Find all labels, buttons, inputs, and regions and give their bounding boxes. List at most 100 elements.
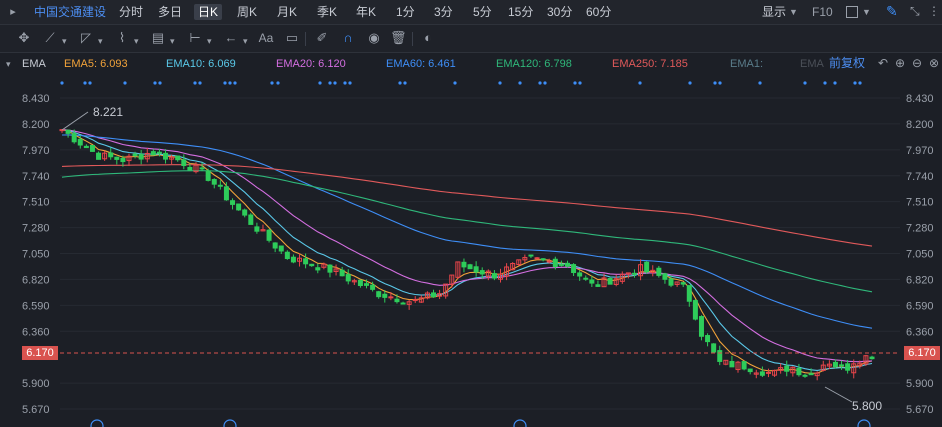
magnet-icon[interactable]: ∩ (340, 30, 356, 46)
period-tab-monthly[interactable]: 月K (277, 4, 297, 20)
candle-body (132, 153, 138, 157)
event-dot-icon (713, 81, 717, 85)
candle-body (692, 300, 698, 320)
candle-body (230, 200, 236, 205)
candle-body (254, 226, 260, 232)
candle-body (156, 151, 162, 154)
checkbox-icon[interactable] (846, 6, 858, 18)
line-tool-icon[interactable]: ⟋ (42, 30, 58, 46)
event-dot-icon (398, 81, 402, 85)
event-dot-icon (803, 81, 807, 85)
period-tab-multiday[interactable]: 多日 (158, 4, 182, 20)
candle-body (315, 267, 321, 271)
arrow-tool-icon[interactable]: ← (223, 30, 239, 46)
candle-body (802, 374, 808, 377)
candle-body (71, 133, 77, 143)
display-menu[interactable]: 显示 (762, 4, 786, 20)
period-tab-1min[interactable]: 1分 (396, 4, 415, 20)
candle-body (388, 296, 394, 299)
indicator-name[interactable]: EMA (22, 58, 46, 70)
trash-icon[interactable]: 🗑 (390, 30, 407, 46)
event-circle-icon (223, 419, 237, 427)
ema-line (61, 164, 873, 247)
event-dot-icon (276, 81, 280, 85)
pen-icon[interactable]: ✎ (886, 3, 902, 19)
period-tab-weekly[interactable]: 周K (237, 4, 257, 20)
drawing-toolbar: ✥ ⟋ ▾ ◸ ▾ ⌇ ▾ ▤ ▾ ⊢ ▾ ← ▾ Aa ▭ ✐ ∩ ◉ 🗑 ◐ (0, 25, 942, 53)
candle-body (96, 152, 102, 160)
candle-body (698, 316, 704, 337)
candle-body (278, 245, 284, 252)
chevron-down-icon: ▾ (134, 36, 139, 46)
candle-body (175, 155, 181, 161)
add-indicator-icon[interactable]: ⊕ (895, 56, 905, 70)
top-bar: ▸ 中国交通建设 分时 多日 日K 周K 月K 季K 年K 1分 3分 5分 1… (0, 0, 942, 25)
range-tool-icon[interactable]: ⊢ (187, 30, 203, 46)
collapse-icon[interactable]: ▸ (6, 5, 20, 19)
period-tab-yearly[interactable]: 年K (356, 4, 376, 20)
event-dot-icon (223, 81, 227, 85)
indicator-collapse-icon[interactable]: ▾ (6, 59, 11, 70)
candle-body (808, 373, 814, 376)
wave-tool-icon[interactable]: ⌇ (114, 30, 130, 46)
period-tab-3min[interactable]: 3分 (434, 4, 453, 20)
period-tab-daily[interactable]: 日K (194, 4, 223, 20)
candle-body (272, 242, 278, 249)
event-dot-icon (270, 81, 274, 85)
y-tick-label: 8.200 (906, 119, 934, 131)
low-annotation: 5.800 (852, 399, 882, 413)
period-tab-15min[interactable]: 15分 (508, 4, 533, 20)
channel-tool-icon[interactable]: ◸ (78, 30, 94, 46)
event-dot-icon (758, 81, 762, 85)
stock-name[interactable]: 中国交通建设 (34, 4, 106, 20)
event-dot-icon (343, 81, 347, 85)
adjust-mode-button[interactable]: 前复权 (829, 57, 865, 70)
event-dot-icon (198, 81, 202, 85)
close-indicator-icon[interactable]: ⊗ (929, 56, 939, 70)
chevron-down-icon: ▾ (170, 36, 175, 46)
ema120-value: EMA120: 6.798 (496, 58, 572, 70)
period-tab-60min[interactable]: 60分 (586, 4, 611, 20)
period-tab-intraday[interactable]: 分时 (119, 4, 143, 20)
fib-tool-icon[interactable]: ▤ (150, 30, 166, 46)
chevron-down-icon: ▼ (789, 7, 798, 17)
candle-body (473, 266, 479, 273)
candle-body (309, 263, 315, 267)
separator (305, 32, 306, 46)
candle-body (339, 269, 345, 277)
shrink-icon[interactable]: ⤡ (910, 3, 924, 19)
candle-body (290, 256, 296, 263)
candle-body (163, 152, 169, 160)
candle-body (327, 264, 333, 273)
event-dot-icon (403, 81, 407, 85)
y-tick-label: 6.590 (22, 300, 50, 312)
y-tick-label: 7.280 (906, 223, 934, 235)
comment-icon[interactable]: ▭ (284, 30, 300, 46)
kline-chart[interactable]: 8.430 8.200 7.970 7.740 7.510 7.280 7.050 6.820… (0, 75, 942, 427)
candle-body (796, 367, 802, 376)
crosshair-icon[interactable]: ✥ (16, 30, 32, 46)
candle-body (114, 156, 120, 160)
event-dot-icon (543, 81, 547, 85)
candle-body (211, 179, 217, 185)
period-tab-30min[interactable]: 30分 (547, 4, 572, 20)
candle-body (236, 203, 242, 211)
event-circle-icon (90, 419, 104, 427)
event-dot-icon (538, 81, 542, 85)
candle-body (357, 279, 363, 287)
chevron-down-icon: ▾ (207, 36, 212, 46)
candle-body (223, 186, 229, 201)
period-tab-quarterly[interactable]: 季K (317, 4, 337, 20)
y-tick-label: 7.970 (22, 145, 50, 157)
ema1-value: EMA1: (730, 58, 764, 70)
f10-button[interactable]: F10 (812, 4, 833, 20)
period-tab-5min[interactable]: 5分 (473, 4, 492, 20)
text-tool-icon[interactable]: Aa (258, 30, 274, 46)
remove-indicator-icon[interactable]: ⊖ (912, 56, 922, 70)
toggle-icon[interactable]: ◐ (420, 30, 436, 46)
eye-icon[interactable]: ◉ (366, 30, 382, 46)
ema5-value: EMA5: 6.093 (64, 58, 128, 70)
eraser-icon[interactable]: ✐ (314, 30, 330, 46)
undo-icon[interactable]: ↶ (878, 56, 888, 70)
settings-icon[interactable]: ⋮ (928, 3, 942, 19)
